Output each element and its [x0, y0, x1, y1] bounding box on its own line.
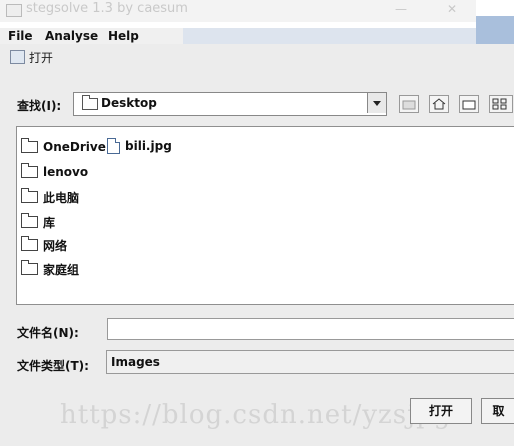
new-folder-icon	[462, 100, 476, 110]
background-window-titlebar: stegsolve 1.3 by caesum — ✕	[0, 0, 476, 22]
dialog-icon	[10, 50, 25, 64]
list-view-button[interactable]	[489, 95, 513, 113]
file-type-label: 文件类型(T):	[17, 359, 89, 373]
minimize-icon[interactable]: —	[395, 2, 407, 16]
folder-icon	[21, 163, 38, 178]
file-name-label: 文件名(N):	[17, 326, 79, 340]
file-type-value: Images	[111, 355, 160, 369]
list-item[interactable]: 此电脑	[21, 188, 79, 205]
home-icon	[432, 98, 446, 110]
list-item[interactable]: OneDrive	[21, 138, 106, 155]
look-in-value: Desktop	[101, 96, 157, 110]
menu-analyse[interactable]: Analyse	[45, 29, 98, 43]
folder-icon	[21, 236, 38, 251]
up-folder-button[interactable]	[399, 95, 419, 113]
dialog-title: 打开	[29, 51, 54, 65]
folder-icon	[21, 138, 38, 153]
new-folder-button[interactable]	[459, 95, 479, 113]
menu-help[interactable]: Help	[108, 29, 139, 43]
chevron-down-icon[interactable]	[367, 93, 386, 113]
home-button[interactable]	[429, 95, 449, 113]
list-item[interactable]: 家庭组	[21, 260, 79, 277]
watermark: https://blog.csdn.net/yzsjpg	[60, 400, 452, 430]
menu-bar-empty-area	[183, 28, 476, 44]
up-folder-icon	[402, 100, 416, 110]
list-item[interactable]: 库	[21, 213, 55, 230]
cancel-button[interactable]: 取	[481, 398, 514, 424]
list-item[interactable]: lenovo	[21, 163, 88, 180]
file-type-select[interactable]: Images	[106, 350, 514, 374]
list-item[interactable]: 网络	[21, 236, 67, 253]
folder-icon	[82, 95, 98, 110]
folder-icon	[21, 260, 38, 275]
menu-file[interactable]: File	[8, 29, 33, 43]
app-icon	[6, 4, 22, 17]
window-title: stegsolve 1.3 by caesum	[26, 1, 188, 16]
list-item[interactable]: bili.jpg	[107, 138, 172, 154]
folder-icon	[21, 213, 38, 228]
list-view-icon	[492, 98, 507, 110]
look-in-label: 查找(I):	[17, 99, 62, 113]
file-name-input[interactable]	[107, 318, 514, 340]
file-list[interactable]: OneDrive bili.jpg lenovo 此电脑 库 网络 家庭组	[16, 126, 514, 305]
open-button[interactable]: 打开	[410, 398, 472, 424]
file-icon	[107, 138, 120, 154]
folder-icon	[21, 188, 38, 203]
background-window-edge	[476, 16, 514, 44]
close-icon[interactable]: ✕	[447, 2, 457, 16]
look-in-combo[interactable]: Desktop	[73, 92, 387, 116]
